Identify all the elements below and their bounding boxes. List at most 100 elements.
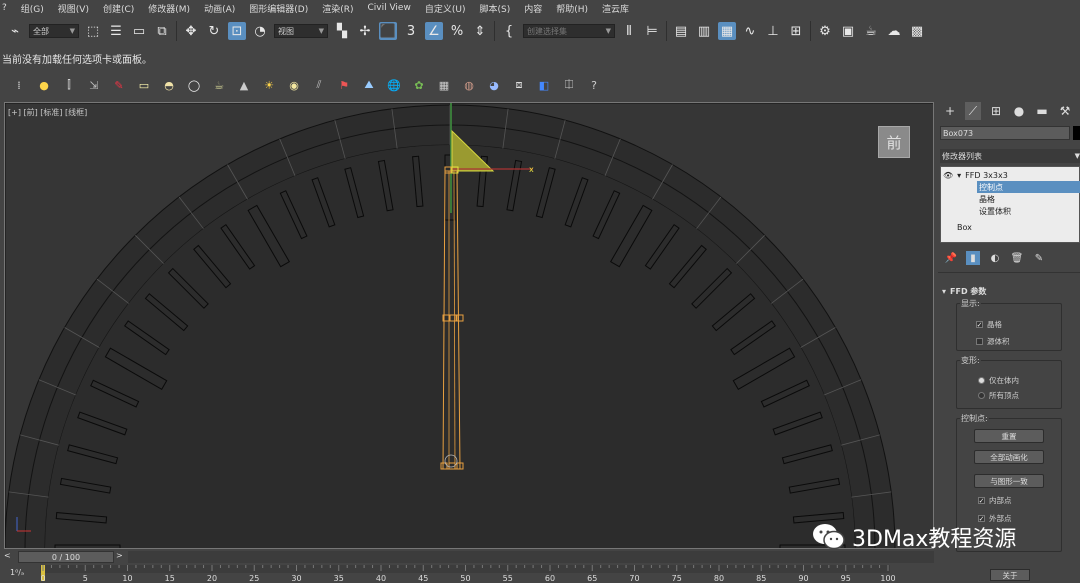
display-tab-icon[interactable]: ▬ <box>1034 102 1050 120</box>
only-in-volume-radio[interactable]: 仅在体内 <box>978 375 1019 386</box>
show-end-result-icon[interactable]: ▮ <box>966 251 980 265</box>
modify-tab-icon[interactable]: ⟋ <box>965 102 981 120</box>
time-slider-thumb[interactable]: 0 / 100 <box>18 551 114 563</box>
render-tool-icon[interactable]: ⧈ <box>512 78 526 92</box>
box-primitive-icon[interactable]: ▭ <box>137 78 151 92</box>
about-button[interactable]: 关于 <box>990 569 1030 581</box>
named-selection-dropdown[interactable]: 创建选择集 ▼ <box>523 24 615 38</box>
object-name-field[interactable]: Box073 <box>940 126 1070 140</box>
hatch-tool-icon[interactable]: ⫽ <box>312 78 326 92</box>
window-crossing-icon[interactable]: ⧉ <box>153 22 171 40</box>
menu-civil-view[interactable]: Civil View <box>368 3 411 13</box>
select-object-icon[interactable]: ⬚ <box>84 22 102 40</box>
source-volume-checkbox[interactable]: 源体积 <box>976 336 1010 347</box>
scale-tool-icon[interactable]: ⇲ <box>87 78 101 92</box>
modifier-stack[interactable]: 👁 ▾ FFD 3x3x3 控制点 晶格 设置体积 Box <box>940 166 1080 243</box>
configure-sets-icon[interactable]: ✎ <box>1032 251 1046 265</box>
split-tool-icon[interactable]: ⎅ <box>562 78 576 92</box>
menu-render-cloud[interactable]: 渲云库 <box>602 2 629 15</box>
eye-icon[interactable]: 👁 <box>943 171 953 180</box>
help-icon[interactable]: ? <box>587 78 601 92</box>
selection-filter-dropdown[interactable]: 全部 ▼ <box>29 24 79 38</box>
hierarchy-tab-icon[interactable]: ⊞ <box>988 102 1004 120</box>
cone-primitive-icon[interactable]: ▲ <box>237 78 251 92</box>
menu-create[interactable]: 创建(C) <box>103 2 134 15</box>
stack-item-lattice[interactable]: 晶格 <box>977 193 995 205</box>
keyboard-shortcut-icon[interactable]: ⬛ <box>379 22 397 40</box>
sphere-material-icon[interactable]: ◕ <box>487 78 501 92</box>
edit-named-selection-icon[interactable]: { <box>500 22 518 40</box>
mirror-icon[interactable]: ⫴ <box>620 22 638 40</box>
select-by-name-icon[interactable]: ☰ <box>107 22 125 40</box>
pin-stack-icon[interactable]: 📌 <box>944 251 958 265</box>
ribbon-icon[interactable]: ▦ <box>718 22 736 40</box>
scale-icon[interactable]: ⊡ <box>228 22 246 40</box>
viewcube[interactable]: 前 <box>878 126 910 158</box>
make-unique-icon[interactable]: ◐ <box>988 251 1002 265</box>
create-tab-icon[interactable]: + <box>942 102 958 120</box>
menu-content[interactable]: 内容 <box>524 2 542 15</box>
dome-primitive-icon[interactable]: ◓ <box>162 78 176 92</box>
object-color-swatch[interactable] <box>1073 126 1080 140</box>
menu-group[interactable]: 组(G) <box>21 2 44 15</box>
layer-explorer-icon[interactable]: ▤ <box>672 22 690 40</box>
rotate-icon[interactable]: ↻ <box>205 22 223 40</box>
menu-view[interactable]: 视图(V) <box>58 2 89 15</box>
expand-icon[interactable]: ▾ <box>957 171 961 180</box>
snap-3d-icon[interactable]: 3 <box>402 22 420 40</box>
menu-help[interactable]: 帮助(H) <box>556 2 588 15</box>
camera-tool-icon[interactable]: ◧ <box>537 78 551 92</box>
stack-item-ffd[interactable]: 👁 ▾ FFD 3x3x3 <box>943 169 1008 181</box>
menu-rendering[interactable]: 渲染(R) <box>322 2 353 15</box>
shelf-handle-icon[interactable]: ⁞ <box>12 78 26 92</box>
link-icon[interactable]: ⌁ <box>6 22 24 40</box>
ref-coord-dropdown[interactable]: 视图 ▼ <box>274 24 328 38</box>
rect-selection-icon[interactable]: ▭ <box>130 22 148 40</box>
reset-button[interactable]: 重置 <box>974 429 1044 443</box>
spinner-snap-icon[interactable]: ⇕ <box>471 22 489 40</box>
layer-manager-icon[interactable]: ▥ <box>695 22 713 40</box>
curve-editor-icon[interactable]: ∿ <box>741 22 759 40</box>
menu-modifiers[interactable]: 修改器(M) <box>148 2 190 15</box>
ffd-params-rollout-title[interactable]: ▾ FFD 参数 <box>942 286 986 297</box>
grid-tool-icon[interactable]: ▦ <box>437 78 451 92</box>
pick-tool-icon[interactable]: ⚑ <box>337 78 351 92</box>
utilities-tab-icon[interactable]: ⚒ <box>1057 102 1073 120</box>
menu-animation[interactable]: 动画(A) <box>204 2 235 15</box>
menu-customize[interactable]: 自定义(U) <box>425 2 466 15</box>
inside-points-checkbox[interactable]: ✓ 内部点 <box>978 495 1012 506</box>
render-cloud-icon[interactable]: ▩ <box>908 22 926 40</box>
bend-modifier-icon[interactable]: ⛰ <box>362 78 376 92</box>
teapot-primitive-icon[interactable]: ☕ <box>212 78 226 92</box>
move-icon[interactable]: ✥ <box>182 22 200 40</box>
menu-graph-editors[interactable]: 图形编辑器(D) <box>249 2 308 15</box>
time-slider-next[interactable]: > <box>116 551 126 563</box>
align-tool-icon[interactable]: ⫿ <box>62 78 76 92</box>
time-slider-prev[interactable]: < <box>4 551 14 563</box>
motion-tab-icon[interactable]: ● <box>1011 102 1027 120</box>
circle-primitive-icon[interactable]: ◯ <box>187 78 201 92</box>
schematic-view-icon[interactable]: ⊞ <box>787 22 805 40</box>
conform-to-shape-button[interactable]: 与图形一致 <box>974 474 1044 488</box>
sphere-tool-icon[interactable]: ● <box>37 78 51 92</box>
stack-item-box[interactable]: Box <box>957 221 972 233</box>
menu-scripting[interactable]: 脚本(S) <box>479 2 510 15</box>
stack-item-set-volume[interactable]: 设置体积 <box>977 205 1011 217</box>
remove-modifier-icon[interactable]: 🗑 <box>1010 251 1024 265</box>
modifier-list-dropdown[interactable]: 修改器列表 ▼ <box>940 149 1080 163</box>
stack-item-control-points[interactable]: 控制点 <box>977 181 1080 193</box>
plant-tool-icon[interactable]: ✿ <box>412 78 426 92</box>
render-icon[interactable]: ☕ <box>862 22 880 40</box>
track-bar[interactable]: 1⁰/ₔ 0 5 10 15 20 25 30 35 40 45 50 55 60 65 70 75 80 85 9… <box>0 563 934 583</box>
percent-snap-icon[interactable]: % <box>448 22 466 40</box>
dope-sheet-icon[interactable]: ⊥ <box>764 22 782 40</box>
front-viewport[interactable]: [+] [前] [标准] [线框] x 前 <box>4 102 934 549</box>
align-icon[interactable]: ⊨ <box>643 22 661 40</box>
material-tool-icon[interactable]: ◍ <box>462 78 476 92</box>
rendered-frame-icon[interactable]: ▣ <box>839 22 857 40</box>
globe-tool-icon[interactable]: 🌐 <box>387 78 401 92</box>
lattice-checkbox[interactable]: ✓ 晶格 <box>976 319 1002 330</box>
omni-light-icon[interactable]: ◉ <box>287 78 301 92</box>
menu-item[interactable]: ? <box>2 3 7 13</box>
sun-light-icon[interactable]: ☀ <box>262 78 276 92</box>
